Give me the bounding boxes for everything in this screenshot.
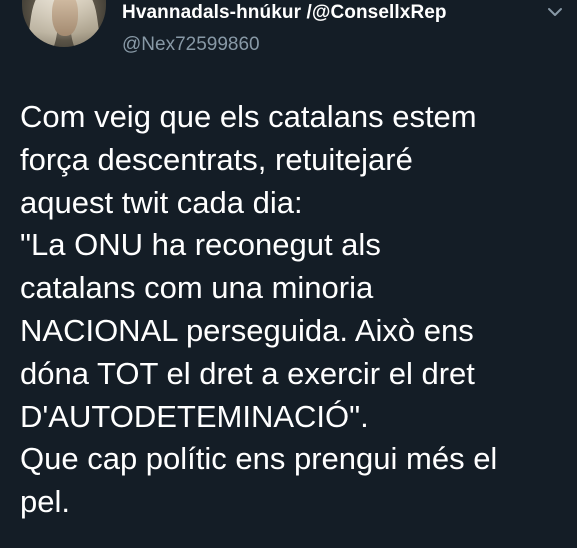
chevron-down-icon[interactable] <box>545 2 565 22</box>
avatar[interactable] <box>22 0 106 47</box>
tweet-card: Hvannadals-hnúkur /@ConsellxRep @Nex7259… <box>0 0 577 548</box>
tweet-text: Com veig que els catalans estem força de… <box>20 99 498 520</box>
avatar-face <box>52 0 78 36</box>
user-handle[interactable]: @Nex72599860 <box>122 32 260 58</box>
display-name[interactable]: Hvannadals-hnúkur /@ConsellxRep <box>122 0 447 26</box>
